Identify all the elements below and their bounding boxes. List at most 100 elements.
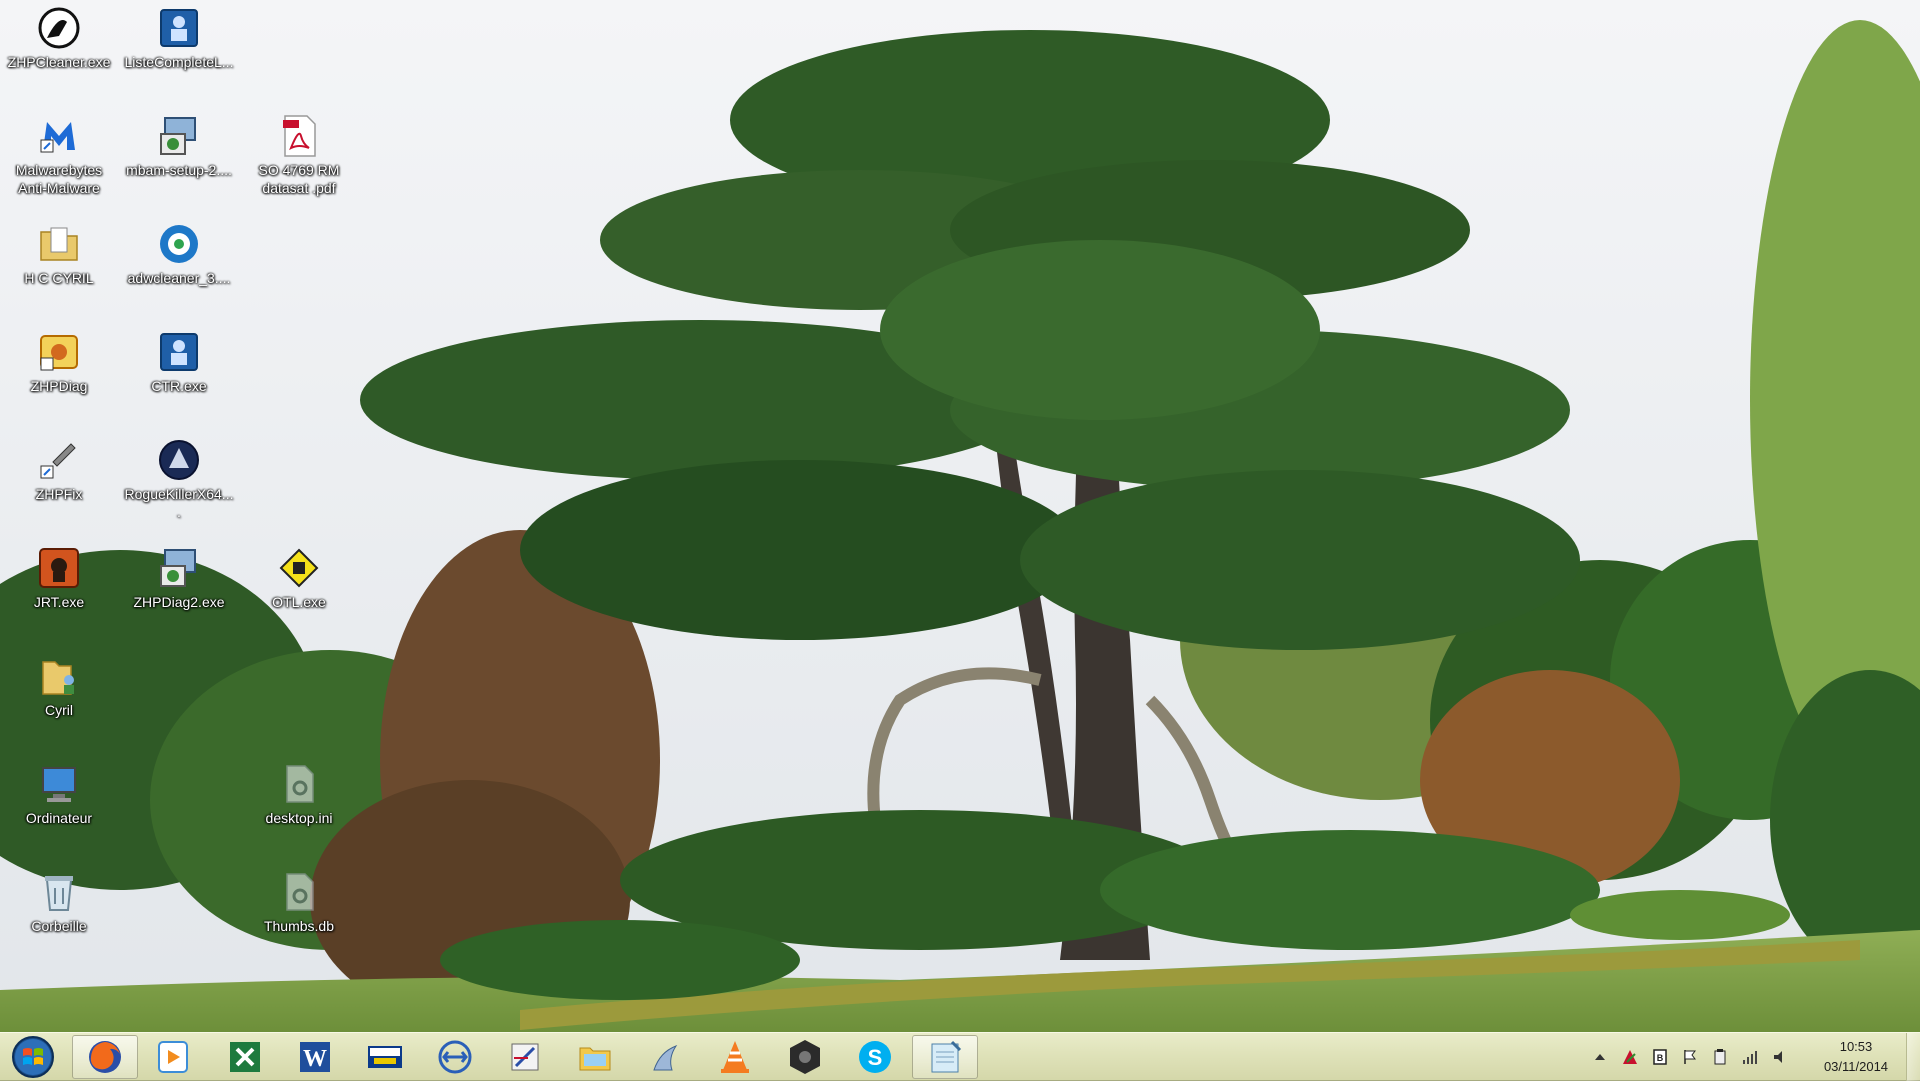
desktop-icon-zhpfix[interactable]: ZHPFix bbox=[4, 432, 114, 532]
desktop-icon-label: ZHPDiag bbox=[30, 378, 88, 394]
taskbar-excel[interactable] bbox=[212, 1035, 278, 1079]
desktop-icon-label: ZHPCleaner.exe bbox=[7, 54, 111, 70]
excel-icon bbox=[230, 1042, 260, 1072]
start-orb-icon bbox=[12, 1036, 54, 1078]
taskbar-camera[interactable] bbox=[772, 1035, 838, 1079]
taskbar-file-explorer[interactable] bbox=[562, 1035, 628, 1079]
desktop-icon-cyril[interactable]: Cyril bbox=[4, 648, 114, 748]
editor-pen-icon bbox=[511, 1043, 539, 1071]
folder-doc-icon bbox=[37, 222, 81, 266]
computer-icon bbox=[37, 762, 81, 806]
signal-icon[interactable] bbox=[1739, 1046, 1761, 1068]
clock-date: 03/11/2014 bbox=[1823, 1059, 1889, 1074]
desktop-icon-label: OTL.exe bbox=[272, 594, 326, 610]
desktop-icon-label: RogueKillerX64.... bbox=[124, 486, 234, 520]
firefox-icon bbox=[89, 1041, 121, 1073]
wireless-icon bbox=[653, 1044, 678, 1071]
desktop-icon-label: ZHPFix bbox=[35, 486, 83, 502]
taskbar-vlc[interactable] bbox=[702, 1035, 768, 1079]
pdf-icon bbox=[277, 114, 321, 158]
media-player-icon bbox=[158, 1041, 188, 1073]
lcl-bank-icon bbox=[368, 1046, 402, 1068]
desktop-icon-adwcleaner[interactable]: adwcleaner_3.... bbox=[124, 216, 234, 316]
desktop-icon-roguekiller[interactable]: RogueKillerX64.... bbox=[124, 432, 234, 532]
desktop-icon-ordinateur[interactable]: Ordinateur bbox=[4, 756, 114, 856]
battery-icon[interactable]: B bbox=[1649, 1046, 1671, 1068]
adwcleaner-icon bbox=[157, 222, 201, 266]
taskbar-skype[interactable]: S bbox=[842, 1035, 908, 1079]
desktop-icon-label: ZHPDiag2.exe bbox=[133, 594, 225, 610]
file-explorer-icon bbox=[579, 1047, 611, 1071]
desktop-icon-label: mbam-setup-2.... bbox=[126, 162, 232, 178]
desktop-icon-label: ListeCompleteL... bbox=[124, 54, 234, 70]
roguekiller-icon bbox=[157, 438, 201, 482]
desktop-icon-label: Cyril bbox=[45, 702, 73, 718]
desktop-icon-h-c-cyril[interactable]: H C CYRIL bbox=[4, 216, 114, 316]
installer-icon bbox=[157, 546, 201, 590]
taskbar-wireless[interactable] bbox=[632, 1035, 698, 1079]
desktop-icon-label: Malwarebytes Anti-Malware bbox=[15, 162, 103, 196]
desktop-icon-mbam-setup[interactable]: mbam-setup-2.... bbox=[124, 108, 234, 208]
skype-icon: S bbox=[859, 1041, 891, 1073]
taskbar-teamviewer[interactable] bbox=[422, 1035, 488, 1079]
desktop-icon-pdf[interactable]: SO 4769 RM datasat .pdf bbox=[244, 108, 354, 208]
desktop-icon-zhpdiag[interactable]: ZHPDiag bbox=[4, 324, 114, 424]
taskbar-editor[interactable] bbox=[492, 1035, 558, 1079]
taskbar-notepad[interactable] bbox=[912, 1035, 978, 1079]
desktop-icon-thumbs-db[interactable]: Thumbs.db bbox=[244, 864, 354, 964]
taskbar-clock[interactable]: 10:53 03/11/2014 bbox=[1800, 1037, 1912, 1077]
taskbar: W S B 10:53 03/11/2014 bbox=[0, 1032, 1920, 1081]
desktop-icon-malwarebytes[interactable]: Malwarebytes Anti-Malware bbox=[4, 108, 114, 208]
zhpdiag-icon bbox=[37, 330, 81, 374]
desktop-icon-ctr[interactable]: CTR.exe bbox=[124, 324, 234, 424]
security-icon[interactable] bbox=[1619, 1046, 1641, 1068]
desktop-icon-corbeille[interactable]: Corbeille bbox=[4, 864, 114, 964]
otl-icon bbox=[277, 546, 321, 590]
recycle-bin-icon bbox=[37, 870, 81, 914]
taskbar-media-player[interactable] bbox=[140, 1035, 206, 1079]
jrt-icon bbox=[37, 546, 81, 590]
volume-icon[interactable] bbox=[1769, 1046, 1791, 1068]
desktop-icon-listecomplete[interactable]: ListeCompleteL... bbox=[124, 0, 234, 100]
desktop-icon-label: Corbeille bbox=[31, 918, 87, 934]
teamviewer-icon bbox=[438, 1040, 472, 1074]
show-hidden-icons-icon[interactable] bbox=[1589, 1046, 1611, 1068]
user-folder-icon bbox=[37, 654, 81, 698]
desktop-icon-label: adwcleaner_3.... bbox=[127, 270, 231, 286]
installer-icon bbox=[157, 114, 201, 158]
start-button[interactable] bbox=[4, 1035, 62, 1079]
svg-text:S: S bbox=[868, 1045, 883, 1070]
desktop-icon-label: JRT.exe bbox=[33, 594, 85, 610]
notepad-icon bbox=[931, 1040, 962, 1073]
desktop-icon-label: Thumbs.db bbox=[263, 918, 335, 934]
device-icon[interactable] bbox=[1709, 1046, 1731, 1068]
malwarebytes-icon bbox=[37, 114, 81, 158]
desktop-icon-desktop-ini[interactable]: desktop.ini bbox=[244, 756, 354, 856]
word-icon: W bbox=[300, 1042, 330, 1072]
vlc-icon bbox=[721, 1041, 749, 1073]
taskbar-firefox[interactable] bbox=[72, 1035, 138, 1079]
desktop-icon-label: desktop.ini bbox=[265, 810, 333, 826]
svg-text:W: W bbox=[303, 1046, 327, 1072]
listecomplete-icon bbox=[157, 6, 201, 50]
desktop-icon-zhpcleaner[interactable]: ZHPCleaner.exe bbox=[4, 0, 114, 100]
desktop-icon-label: H C CYRIL bbox=[24, 270, 94, 286]
desktop-icon-otl[interactable]: OTL.exe bbox=[244, 540, 354, 640]
show-desktop-button[interactable] bbox=[1906, 1033, 1920, 1081]
flag-icon[interactable] bbox=[1679, 1046, 1701, 1068]
desktop-icon-jrt[interactable]: JRT.exe bbox=[4, 540, 114, 640]
settings-file-icon bbox=[277, 762, 321, 806]
svg-text:B: B bbox=[1657, 1053, 1664, 1063]
desktop-icon-zhpdiag2[interactable]: ZHPDiag2.exe bbox=[124, 540, 234, 640]
desktop-icon-label: Ordinateur bbox=[25, 810, 93, 826]
taskbar-lcl[interactable] bbox=[352, 1035, 418, 1079]
desktop-icon-label: SO 4769 RM datasat .pdf bbox=[258, 162, 340, 196]
desktop-icon-label: CTR.exe bbox=[151, 378, 207, 394]
camera-lens-icon bbox=[790, 1040, 820, 1074]
taskbar-word[interactable]: W bbox=[282, 1035, 348, 1079]
zhpcleaner-icon bbox=[37, 6, 81, 50]
clock-time: 10:53 bbox=[1839, 1039, 1873, 1054]
settings-file-icon bbox=[277, 870, 321, 914]
ctr-icon bbox=[157, 330, 201, 374]
zhpfix-icon bbox=[37, 438, 81, 482]
